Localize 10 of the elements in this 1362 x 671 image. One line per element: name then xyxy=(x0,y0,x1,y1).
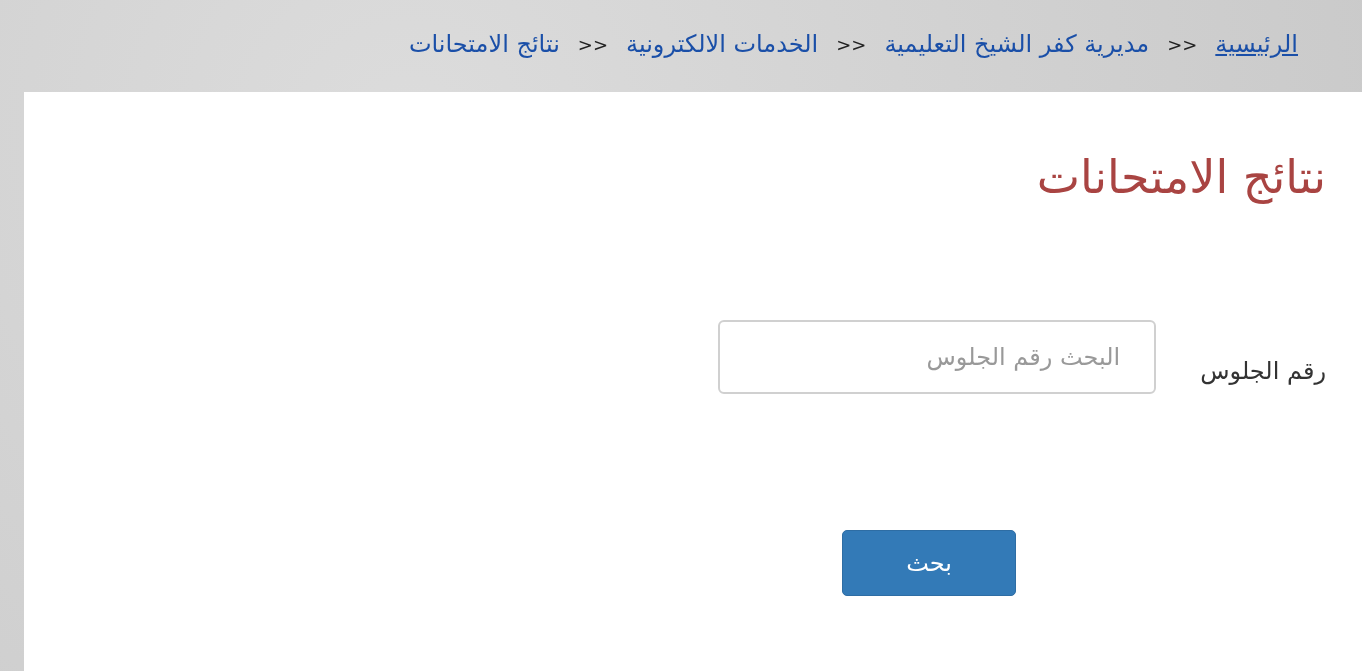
seat-number-field[interactable]: البحث رقم الجلوس xyxy=(718,320,1157,394)
search-button[interactable]: بحث xyxy=(842,530,1016,596)
breadcrumb-separator: >> xyxy=(836,32,867,57)
breadcrumb-item[interactable]: الخدمات الالكترونية xyxy=(626,26,819,62)
field-label: رقم الجلوس xyxy=(1200,356,1326,387)
breadcrumb-item[interactable]: نتائج الامتحانات xyxy=(408,26,560,62)
breadcrumb-separator: >> xyxy=(1167,32,1198,57)
breadcrumb-item[interactable]: مديرية كفر الشيخ التعليمية xyxy=(884,26,1150,62)
breadcrumb-link[interactable]: الرئيسية xyxy=(1215,26,1298,62)
breadcrumb-separator: >> xyxy=(577,32,608,57)
